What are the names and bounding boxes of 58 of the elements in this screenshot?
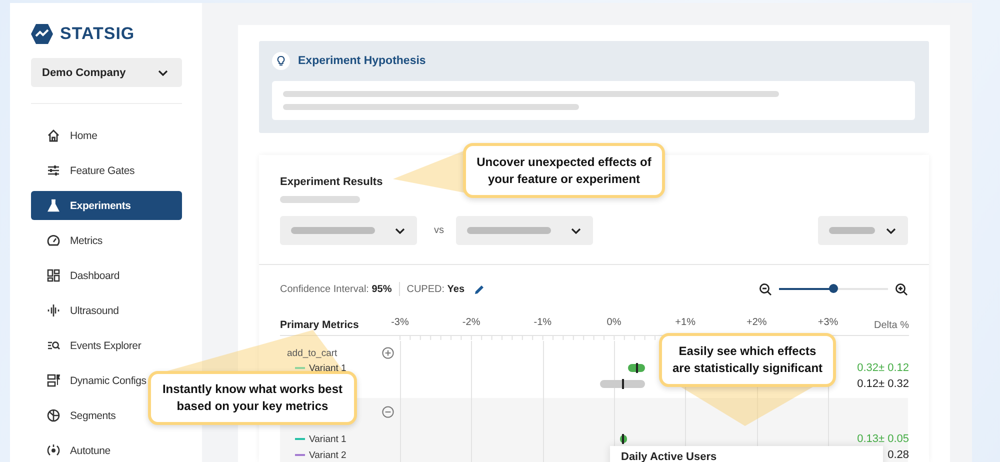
delta-value: 0.12± 0.32 bbox=[857, 378, 909, 390]
zoom-out-icon[interactable] bbox=[759, 282, 772, 296]
gauge-icon bbox=[47, 234, 60, 247]
slider-thumb[interactable] bbox=[829, 284, 838, 293]
variant-name: Variant 2 bbox=[309, 450, 346, 460]
logo-icon bbox=[31, 24, 53, 44]
nav-item[interactable]: Events Explorer bbox=[31, 331, 182, 360]
caret-icon bbox=[395, 228, 405, 234]
nav-item[interactable]: Experiments bbox=[31, 191, 182, 220]
axis-tick-label: -1% bbox=[534, 317, 552, 328]
caret-icon bbox=[158, 70, 168, 76]
hypothesis-title: Experiment Hypothesis bbox=[298, 55, 426, 67]
pie-icon bbox=[47, 409, 60, 422]
nav-item[interactable]: Dashboard bbox=[31, 261, 182, 290]
callout-tooltip: Uncover unexpected effects of your feature or experiment bbox=[463, 143, 665, 198]
axis-tick-label: +2% bbox=[746, 317, 767, 328]
logo-text: STATSIG bbox=[60, 24, 135, 44]
caret-icon bbox=[571, 228, 581, 234]
axis-tick-label: -2% bbox=[462, 317, 480, 328]
nav-item[interactable]: Home bbox=[31, 121, 182, 150]
minus-circle-icon[interactable] bbox=[382, 406, 394, 418]
cuped-text: CUPED: Yes bbox=[406, 284, 465, 294]
axis-tick-label: 0% bbox=[606, 317, 622, 328]
results-title: Experiment Results bbox=[280, 175, 383, 189]
axis-tick-label: -3% bbox=[391, 317, 409, 328]
caret-icon bbox=[886, 228, 896, 234]
org-dropdown[interactable]: Demo Company bbox=[31, 58, 182, 87]
tooltip-title: Daily Active Users bbox=[621, 451, 717, 462]
target-icon bbox=[47, 444, 60, 457]
metric-name[interactable]: add_to_cart bbox=[287, 348, 338, 358]
plus-circle-icon[interactable] bbox=[382, 347, 394, 359]
axis-tick-label: +3% bbox=[818, 317, 838, 328]
nav-item[interactable]: Ultrasound bbox=[31, 296, 182, 325]
grid-icon bbox=[47, 269, 60, 282]
home-icon bbox=[47, 129, 60, 142]
delta-value: 0.28 bbox=[888, 449, 909, 461]
confidence-interval-text: Confidence Interval: 95% bbox=[280, 284, 392, 294]
variant-name: Variant 1 bbox=[309, 362, 346, 374]
flask-icon bbox=[47, 199, 60, 212]
edit-icon[interactable] bbox=[474, 284, 485, 294]
waveform-icon bbox=[47, 304, 60, 317]
hypothesis-field[interactable] bbox=[272, 81, 915, 120]
nav-item[interactable]: Autotune bbox=[31, 436, 182, 462]
delta-value: 0.13± 0.05 bbox=[857, 433, 909, 445]
delta-value: 0.32± 0.12 bbox=[857, 362, 909, 374]
callout-tooltip: Instantly know what works best based on your key metrics bbox=[148, 371, 357, 425]
sliders-icon bbox=[47, 164, 60, 177]
callout-tooltip: Easily see which effects are statistically significant bbox=[659, 333, 836, 387]
zoom-in-icon[interactable] bbox=[895, 282, 908, 296]
nav-item[interactable]: Metrics bbox=[31, 226, 182, 255]
lightbulb-icon bbox=[272, 52, 290, 70]
nav-item[interactable]: Feature Gates bbox=[31, 156, 182, 185]
axis-tick-label: +1% bbox=[675, 317, 696, 328]
search-list-icon bbox=[47, 339, 60, 352]
layout-icon bbox=[47, 374, 60, 387]
vs-label: vs bbox=[434, 225, 444, 236]
variant-name: Variant 1 bbox=[309, 434, 346, 444]
placeholder-bar bbox=[829, 227, 875, 234]
